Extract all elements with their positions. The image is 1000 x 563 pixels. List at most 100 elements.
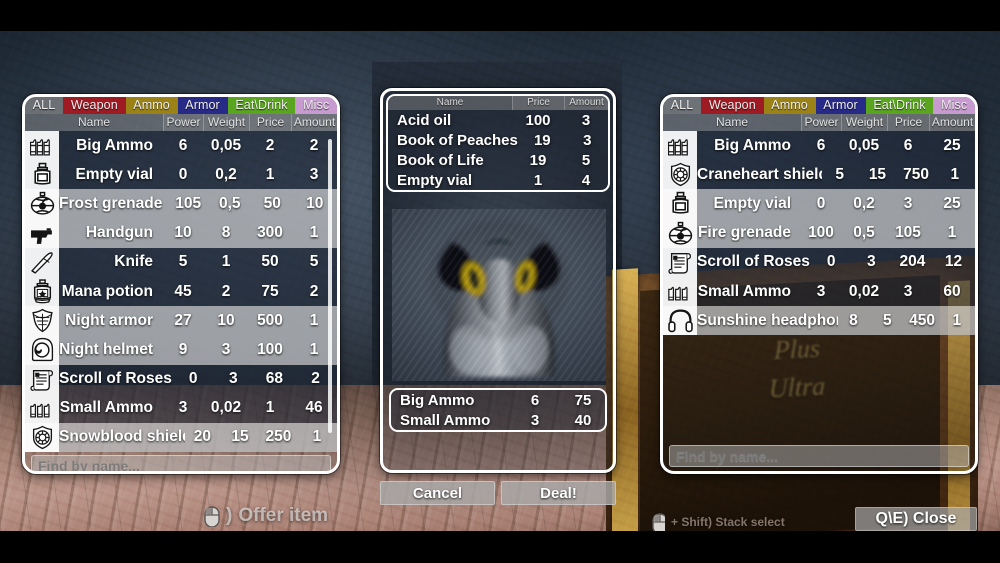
table-row[interactable]: Snowblood shield 20 15 250 1	[25, 422, 337, 453]
right-category-tabs: ALL Weapon Ammo Armor Eat\Drink Misc	[663, 97, 975, 114]
item-power: 0	[188, 370, 198, 388]
table-row[interactable]: Big Ammo 6 0,05 2 2	[25, 131, 337, 161]
item-weight: 3	[221, 340, 231, 358]
table-row[interactable]: Night armor 27 10 500 1	[25, 306, 337, 336]
item-price: 100	[257, 340, 283, 358]
offer-row[interactable]: Big Ammo 6 75	[391, 390, 605, 410]
big-ammo-icon	[663, 131, 697, 161]
right-item-list[interactable]: Big Ammo 6 0,05 6 25 Craneheart shield 5 15 750 1…	[663, 131, 975, 336]
table-row[interactable]: Craneheart shield 5 15 750 1	[663, 160, 975, 190]
close-button[interactable]: Q\E) Close	[855, 507, 977, 531]
big-ammo-icon	[25, 131, 59, 161]
item-price: 68	[265, 370, 284, 388]
table-row[interactable]: Scroll of Roses 0 3 68 2	[25, 364, 337, 394]
item-price: 1	[265, 165, 275, 183]
right-col-name[interactable]: Name	[663, 114, 801, 131]
table-row[interactable]: Frost grenade 105 0,5 50 10	[25, 189, 337, 219]
item-weight: 0,2	[853, 194, 875, 212]
right-tab-weapon[interactable]: Weapon	[701, 97, 764, 114]
player-inventory-panel: ALL Weapon Ammo Armor Eat\Drink Misc Nam…	[22, 94, 340, 474]
left-column-headers: Name Power Weight Price Amount	[25, 114, 337, 131]
offer-row[interactable]: Book of Peaches 19 3	[388, 130, 608, 150]
item-price: 2	[265, 136, 275, 154]
cancel-button[interactable]: Cancel	[380, 481, 495, 505]
left-tab-eat-drink[interactable]: Eat\Drink	[227, 97, 296, 114]
right-col-amount[interactable]: Amount	[929, 114, 975, 131]
right-tab-ammo[interactable]: Ammo	[763, 97, 816, 114]
table-row[interactable]: Scroll of Roses 0 3 204 12	[663, 247, 975, 277]
handgun-icon	[25, 218, 59, 248]
right-search-input[interactable]: Find by name...	[669, 445, 969, 468]
their-offer-list[interactable]: Acid oil 100 3 Book of Peaches 19 3 Book of Li…	[388, 110, 608, 190]
item-price: 3	[903, 194, 913, 212]
item-amount: 12	[944, 253, 963, 271]
offer-row[interactable]: Small Ammo 3 40	[391, 410, 605, 430]
left-col-amount[interactable]: Amount	[291, 114, 337, 131]
offer-item-price: 6	[530, 391, 540, 409]
item-amount: 1	[952, 311, 962, 329]
offer-item-name: Book of Peaches	[397, 131, 518, 149]
offer-row[interactable]: Acid oil 100 3	[388, 110, 608, 130]
left-tab-ammo[interactable]: Ammo	[125, 97, 178, 114]
item-name: Fire grenade	[697, 224, 791, 242]
item-weight: 0,02	[210, 399, 242, 417]
item-weight: 2	[221, 282, 231, 300]
left-col-weight[interactable]: Weight	[203, 114, 249, 131]
portrait-grain	[392, 209, 606, 381]
left-tab-weapon[interactable]: Weapon	[63, 97, 126, 114]
table-row[interactable]: Mana potion 45 2 75 2	[25, 276, 337, 307]
headphones-icon	[663, 306, 697, 336]
table-row[interactable]: Big Ammo 6 0,05 6 25	[663, 131, 975, 161]
item-power: 3	[178, 399, 188, 417]
item-power: 100	[808, 224, 834, 242]
left-col-power[interactable]: Power	[163, 114, 203, 131]
item-amount: 60	[943, 282, 961, 300]
table-row[interactable]: Empty vial 0 0,2 3 25	[663, 189, 975, 219]
trade-buttons: Cancel Deal!	[380, 481, 616, 505]
right-col-weight[interactable]: Weight	[841, 114, 887, 131]
table-row[interactable]: Handgun 10 8 300 1	[25, 218, 337, 248]
table-row[interactable]: Fire grenade 100 0,5 105 1	[663, 218, 975, 248]
right-tab-all[interactable]: ALL	[663, 97, 702, 114]
right-tab-eat-drink[interactable]: Eat\Drink	[865, 97, 934, 114]
mouse-icon	[652, 513, 665, 531]
left-scrollbar[interactable]	[328, 139, 332, 433]
item-name: Handgun	[85, 224, 153, 242]
right-col-price[interactable]: Price	[887, 114, 929, 131]
left-tab-all[interactable]: ALL	[25, 97, 64, 114]
small-ammo-icon	[663, 276, 697, 307]
right-tab-misc[interactable]: Misc	[933, 97, 975, 114]
item-name: Big Ammo	[714, 136, 791, 154]
item-weight: 5	[883, 311, 892, 329]
right-tab-armor[interactable]: Armor	[815, 97, 866, 114]
table-row[interactable]: Small Ammo 3 0,02 3 60	[663, 276, 975, 307]
left-tab-armor[interactable]: Armor	[177, 97, 228, 114]
table-row[interactable]: Sunshine headphones 8 5 450 1	[663, 306, 975, 336]
item-power: 10	[174, 224, 192, 242]
table-row[interactable]: Night helmet 9 3 100 1	[25, 335, 337, 365]
item-amount: 25	[943, 194, 961, 212]
item-name: Knife	[114, 253, 153, 271]
table-row[interactable]: Small Ammo 3 0,02 1 46	[25, 393, 337, 423]
offer-item-hint-paren: )	[226, 505, 233, 526]
offer-item-price: 19	[533, 131, 551, 149]
offer-row[interactable]: Empty vial 1 4	[388, 170, 608, 190]
deal-button[interactable]: Deal!	[501, 481, 616, 505]
left-col-name[interactable]: Name	[25, 114, 163, 131]
left-tab-misc[interactable]: Misc	[295, 97, 337, 114]
table-row[interactable]: Empty vial 0 0,2 1 3	[25, 160, 337, 190]
stack-select-hint-label: + Shift) Stack select	[671, 514, 785, 529]
item-weight: 0,5	[853, 224, 875, 242]
mouse-icon	[204, 506, 220, 527]
right-col-power[interactable]: Power	[801, 114, 841, 131]
your-offer-list[interactable]: Big Ammo 6 75 Small Ammo 3 40	[391, 390, 605, 430]
trade-offer-panel: Name Price Amount Acid oil 100 3 Book of Pe…	[380, 88, 616, 473]
offer-row[interactable]: Book of Life 19 5	[388, 150, 608, 170]
stack-select-hint: + Shift) Stack select	[648, 512, 785, 531]
item-power: 45	[174, 282, 192, 300]
left-col-price[interactable]: Price	[249, 114, 291, 131]
item-name: Scroll of Roses	[59, 370, 172, 388]
left-search-input[interactable]: Find by name...	[31, 455, 331, 471]
table-row[interactable]: Knife 5 1 50 5	[25, 247, 337, 277]
left-item-list[interactable]: Big Ammo 6 0,05 2 2 Empty vial 0 0,2 1 3 Frost gre…	[25, 131, 337, 453]
